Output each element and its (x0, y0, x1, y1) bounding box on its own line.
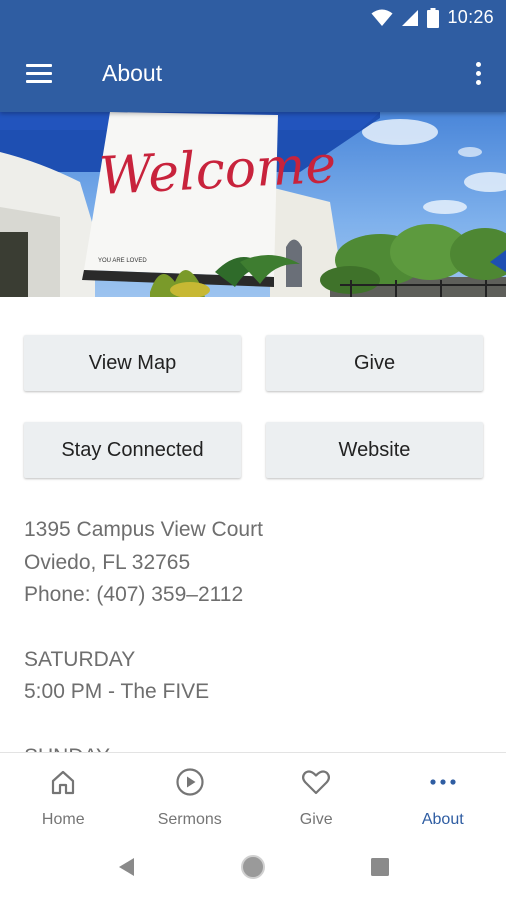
top-bar: 10:26 About (0, 0, 506, 112)
church-info: 1395 Campus View Court Oviedo, FL 32765 … (24, 514, 484, 753)
address-line-2: Oviedo, FL 32765 (24, 550, 191, 574)
banner-welcome-text: Welcome (98, 135, 338, 207)
tab-home-label: Home (41, 811, 85, 828)
back-icon[interactable] (117, 857, 137, 877)
cellular-signal-icon (402, 9, 419, 26)
system-navigation-bar (0, 836, 506, 900)
overflow-menu-button[interactable] (466, 58, 490, 90)
address-line-1: 1395 Campus View Court (24, 518, 263, 541)
give-button[interactable]: Give (266, 335, 483, 391)
stay-connected-button[interactable]: Stay Connected (24, 422, 241, 478)
tab-give-label: Give (299, 811, 333, 828)
heart-icon (302, 770, 331, 795)
view-map-button[interactable]: View Map (24, 335, 241, 391)
battery-icon (427, 7, 440, 28)
page-title: About (102, 60, 163, 86)
menu-button[interactable] (22, 58, 58, 90)
bottom-navigation: Home Sermons Give About (0, 752, 506, 836)
hero-image: Welcome YOU ARE LOVED (0, 112, 506, 297)
service-day-saturday: SATURDAY (24, 647, 136, 671)
tab-sermons-label: Sermons (157, 811, 222, 828)
status-bar: 10:26 (0, 0, 506, 36)
tab-about[interactable]: About (380, 753, 506, 836)
hamburger-icon (26, 64, 52, 67)
phone-number[interactable]: Phone: (407) 359–2112 (24, 579, 484, 612)
home-icon (52, 770, 75, 795)
banner-subtext: YOU ARE LOVED (98, 258, 147, 264)
tab-home[interactable]: Home (0, 753, 127, 836)
more-vert-icon (476, 62, 481, 67)
tab-about-label: About (421, 811, 464, 828)
status-icons: 10:26 (371, 7, 494, 28)
recents-icon[interactable] (371, 858, 389, 876)
app-bar: About (0, 36, 506, 112)
play-circle-icon (176, 768, 204, 796)
home-circle-icon[interactable] (240, 854, 266, 880)
tab-give[interactable]: Give (253, 753, 380, 836)
status-time: 10:26 (447, 7, 494, 27)
hero-photo: Welcome YOU ARE LOVED (0, 112, 506, 297)
tab-sermons[interactable]: Sermons (127, 753, 254, 836)
service-time-saturday: 5:00 PM - The FIVE (24, 680, 210, 703)
website-button[interactable]: Website (266, 422, 483, 478)
more-horiz-icon (430, 779, 456, 785)
wifi-icon (371, 9, 393, 26)
